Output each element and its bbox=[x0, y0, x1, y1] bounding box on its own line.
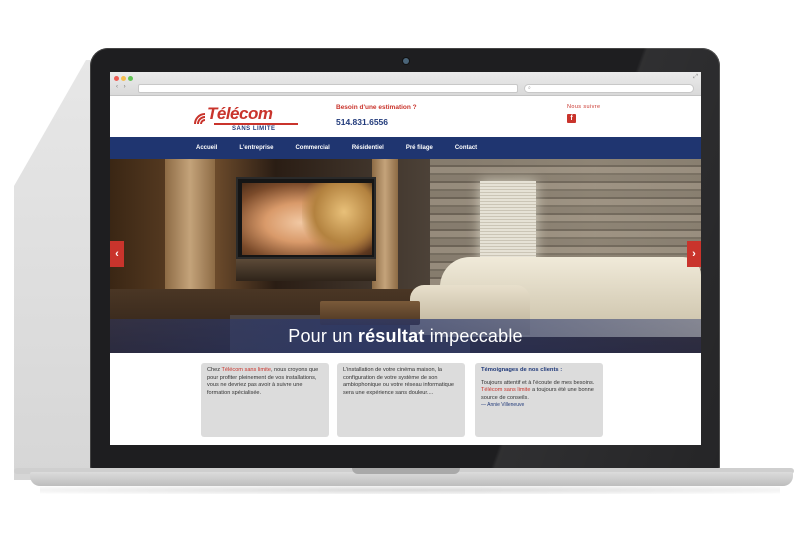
testimonial-title: Témoignages de nos clients : bbox=[481, 367, 563, 373]
info-card: Chez Télécom sans limite, nous croyons q… bbox=[201, 363, 329, 437]
window-blind-image bbox=[480, 181, 536, 263]
main-nav: Accueil L'entreprise Commercial Résident… bbox=[110, 137, 701, 159]
slider-prev-button[interactable]: ‹ bbox=[110, 241, 124, 267]
laptop-base bbox=[30, 472, 793, 486]
address-bar[interactable] bbox=[138, 84, 518, 93]
nav-item-accueil[interactable]: Accueil bbox=[196, 137, 217, 159]
logo-swoosh bbox=[214, 123, 298, 125]
wood-panel-image bbox=[165, 159, 215, 299]
info-card: L'installation de votre cinéma maison, l… bbox=[337, 363, 465, 437]
laptop-mockup: ‹ › ⌕ ⤢ Télécom SANS LIMITE Besoin d'une… bbox=[0, 0, 810, 541]
nav-item-contact[interactable]: Contact bbox=[455, 137, 477, 159]
hero-caption: Pour un résultat impeccable bbox=[288, 326, 523, 346]
logo-subtitle: SANS LIMITE bbox=[232, 126, 276, 132]
testimonial-card: Témoignages de nos clients : Toujours at… bbox=[475, 363, 603, 437]
brand-link[interactable]: Télécom sans limite bbox=[222, 367, 271, 373]
tv-console-image bbox=[236, 259, 376, 281]
testimonial-signature: — Annie Villeneuve bbox=[481, 402, 525, 409]
brand-link[interactable]: Télécom sans limite bbox=[481, 387, 530, 393]
laptop-notch bbox=[352, 468, 460, 474]
facebook-icon[interactable]: f bbox=[567, 114, 576, 123]
zoom-window-button[interactable] bbox=[128, 76, 133, 81]
minimize-window-button[interactable] bbox=[121, 76, 126, 81]
slider-next-button[interactable]: › bbox=[687, 241, 701, 267]
logo-name: Télécom bbox=[207, 104, 273, 123]
site-header: Télécom SANS LIMITE Besoin d'une estimat… bbox=[110, 96, 701, 137]
nav-item-entreprise[interactable]: L'entreprise bbox=[239, 137, 273, 159]
nav-item-commercial[interactable]: Commercial bbox=[295, 137, 329, 159]
laptop-floor-shadow bbox=[40, 486, 780, 494]
back-forward-buttons[interactable]: ‹ › bbox=[116, 84, 128, 90]
info-cards: Chez Télécom sans limite, nous croyons q… bbox=[110, 353, 701, 445]
webcam bbox=[403, 58, 409, 64]
telecom-logo[interactable]: Télécom SANS LIMITE bbox=[192, 104, 302, 132]
search-field[interactable]: ⌕ bbox=[524, 84, 694, 93]
phone-number[interactable]: 514.831.6556 bbox=[336, 117, 388, 127]
estimate-label: Besoin d'une estimation ? bbox=[336, 104, 417, 111]
nav-item-pre-filage[interactable]: Pré filage bbox=[406, 137, 433, 159]
browser-window: ‹ › ⌕ ⤢ Télécom SANS LIMITE Besoin d'une… bbox=[110, 72, 701, 445]
nav-item-residentiel[interactable]: Résidentiel bbox=[352, 137, 384, 159]
tv-screen-image bbox=[236, 177, 376, 259]
browser-chrome: ‹ › ⌕ ⤢ bbox=[110, 72, 701, 96]
tv-picture bbox=[242, 183, 372, 255]
hero-slider: Pour un résultat impeccable ‹ › bbox=[110, 159, 701, 353]
search-icon: ⌕ bbox=[528, 85, 531, 91]
fullscreen-icon[interactable]: ⤢ bbox=[693, 74, 698, 81]
close-window-button[interactable] bbox=[114, 76, 119, 81]
follow-label: Nous suivre bbox=[567, 104, 601, 110]
